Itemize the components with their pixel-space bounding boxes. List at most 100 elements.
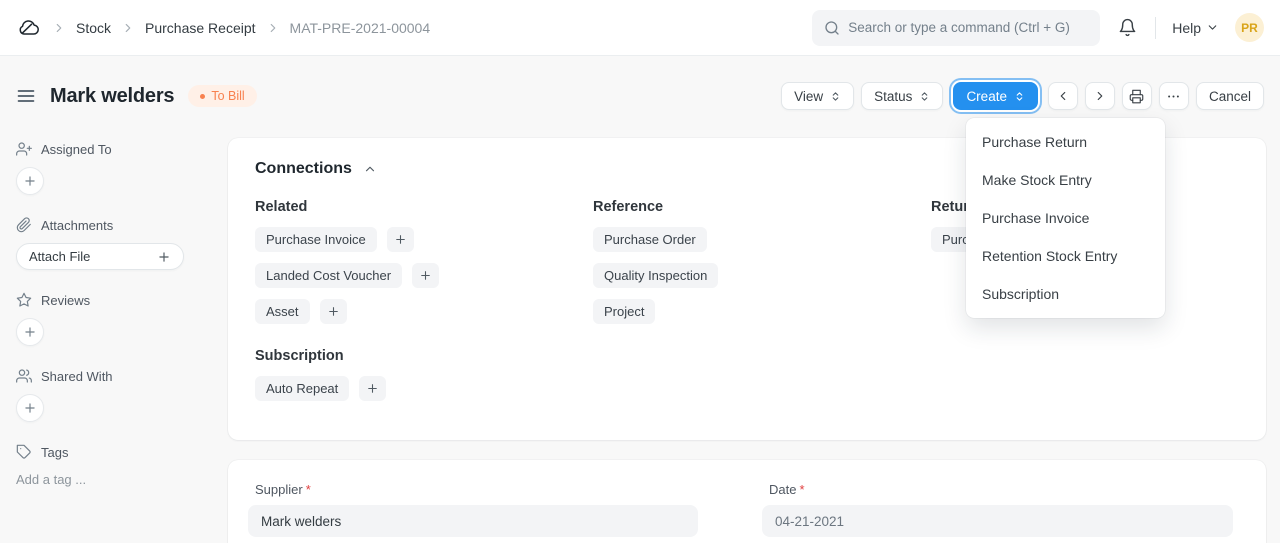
chevron-up-icon [363,162,377,176]
select-arrows-icon [830,91,841,102]
next-document-button[interactable] [1085,82,1115,110]
link-purchase-order[interactable]: Purchase Order [593,227,707,252]
menu-item-retention-stock-entry[interactable]: Retention Stock Entry [966,237,1165,275]
details-form-card: Supplier* Date* [228,460,1266,543]
user-plus-icon [16,141,32,157]
link-landed-cost-voucher[interactable]: Landed Cost Voucher [255,263,402,288]
date-field: Date* [762,482,1233,537]
document-sidebar: Assigned To Attachments Attach File [16,139,212,507]
assigned-to-section: Assigned To [16,139,212,195]
required-marker: * [799,482,804,497]
page-actions: View Status Create [781,82,1264,110]
chevron-right-icon [266,21,280,35]
select-arrows-icon [1014,91,1025,102]
page-head: Mark welders To Bill View Status Create [16,80,1264,112]
add-assignment-button[interactable] [16,167,44,195]
date-input[interactable] [762,505,1233,537]
menu-item-purchase-return[interactable]: Purchase Return [966,123,1165,161]
navbar-actions: Help PR [812,10,1264,46]
link-auto-repeat[interactable]: Auto Repeat [255,376,349,401]
star-icon [16,292,32,308]
print-button[interactable] [1122,82,1152,110]
chevron-down-icon [1206,21,1219,34]
group-label: Related [255,199,593,215]
navbar-divider [1155,17,1156,39]
chevron-left-icon [1056,89,1070,103]
app-window: Stock Purchase Receipt MAT-PRE-2021-0000… [0,0,1280,543]
menu-item-purchase-invoice[interactable]: Purchase Invoice [966,199,1165,237]
navbar: Stock Purchase Receipt MAT-PRE-2021-0000… [0,0,1280,56]
tags-label: Tags [41,445,68,460]
users-icon [16,368,32,384]
add-asset-button[interactable] [320,299,347,324]
group-label: Reference [593,199,931,215]
app-logo-cloud-icon[interactable] [16,15,42,41]
add-share-button[interactable] [16,394,44,422]
date-label: Date* [762,482,1233,497]
connections-group-subscription: Subscription Auto Repeat [255,348,1239,401]
plus-icon [327,305,340,318]
add-tag-input[interactable]: Add a tag ... [16,472,212,487]
search-input[interactable] [848,20,1088,35]
link-quality-inspection[interactable]: Quality Inspection [593,263,718,288]
assigned-to-label: Assigned To [41,142,112,157]
tag-icon [16,444,32,460]
group-label: Subscription [255,348,1239,364]
status-badge-label: To Bill [211,89,244,103]
more-actions-button[interactable] [1159,82,1189,110]
reviews-label: Reviews [41,293,90,308]
shared-with-section: Shared With [16,366,212,422]
attach-file-button[interactable]: Attach File [16,243,184,270]
add-landed-cost-voucher-button[interactable] [412,263,439,288]
paperclip-icon [16,217,32,233]
search-icon [824,20,840,36]
link-project[interactable]: Project [593,299,655,324]
connections-group-related: Related Purchase Invoice Landed Cost Vou… [255,199,593,335]
select-arrows-icon [919,91,930,102]
plus-icon [419,269,432,282]
supplier-input[interactable] [248,505,698,537]
previous-document-button[interactable] [1048,82,1078,110]
required-marker: * [306,482,311,497]
user-avatar[interactable]: PR [1235,13,1264,42]
status-button[interactable]: Status [861,82,943,110]
status-badge: To Bill [188,85,256,107]
add-review-button[interactable] [16,318,44,346]
page-title: Mark welders [50,85,174,108]
attachments-section: Attachments Attach File [16,215,212,270]
attachments-label: Attachments [41,218,113,233]
menu-item-subscription[interactable]: Subscription [966,275,1165,313]
printer-icon [1129,89,1144,104]
global-search[interactable] [812,10,1100,46]
plus-icon [23,401,37,415]
cancel-button[interactable]: Cancel [1196,82,1264,110]
create-dropdown-menu: Purchase Return Make Stock Entry Purchas… [966,118,1165,318]
breadcrumb-document-id: MAT-PRE-2021-00004 [290,20,431,36]
connections-group-reference: Reference Purchase Order Quality Inspect… [593,199,931,335]
breadcrumb-purchase-receipt[interactable]: Purchase Receipt [145,20,256,36]
chevron-right-icon [121,21,135,35]
breadcrumb-stock[interactable]: Stock [76,20,111,36]
add-purchase-invoice-button[interactable] [387,227,414,252]
link-purchase-invoice[interactable]: Purchase Invoice [255,227,377,252]
chevron-right-icon [1093,89,1107,103]
plus-icon [157,250,171,264]
view-button[interactable]: View [781,82,854,110]
status-dot-icon [200,94,205,99]
notifications-bell-icon[interactable] [1116,16,1139,39]
add-auto-repeat-button[interactable] [359,376,386,401]
breadcrumb: Stock Purchase Receipt MAT-PRE-2021-0000… [16,15,430,41]
supplier-field: Supplier* [248,482,698,537]
connections-title: Connections [255,160,352,178]
create-button[interactable]: Create [953,82,1038,110]
supplier-label: Supplier* [248,482,698,497]
menu-item-make-stock-entry[interactable]: Make Stock Entry [966,161,1165,199]
plus-icon [23,174,37,188]
help-menu[interactable]: Help [1172,20,1219,36]
sidebar-toggle-icon[interactable] [16,86,36,106]
chevron-right-icon [52,21,66,35]
plus-icon [394,233,407,246]
link-asset[interactable]: Asset [255,299,310,324]
help-label: Help [1172,20,1201,36]
connections-collapse-toggle[interactable]: Connections [255,160,377,178]
